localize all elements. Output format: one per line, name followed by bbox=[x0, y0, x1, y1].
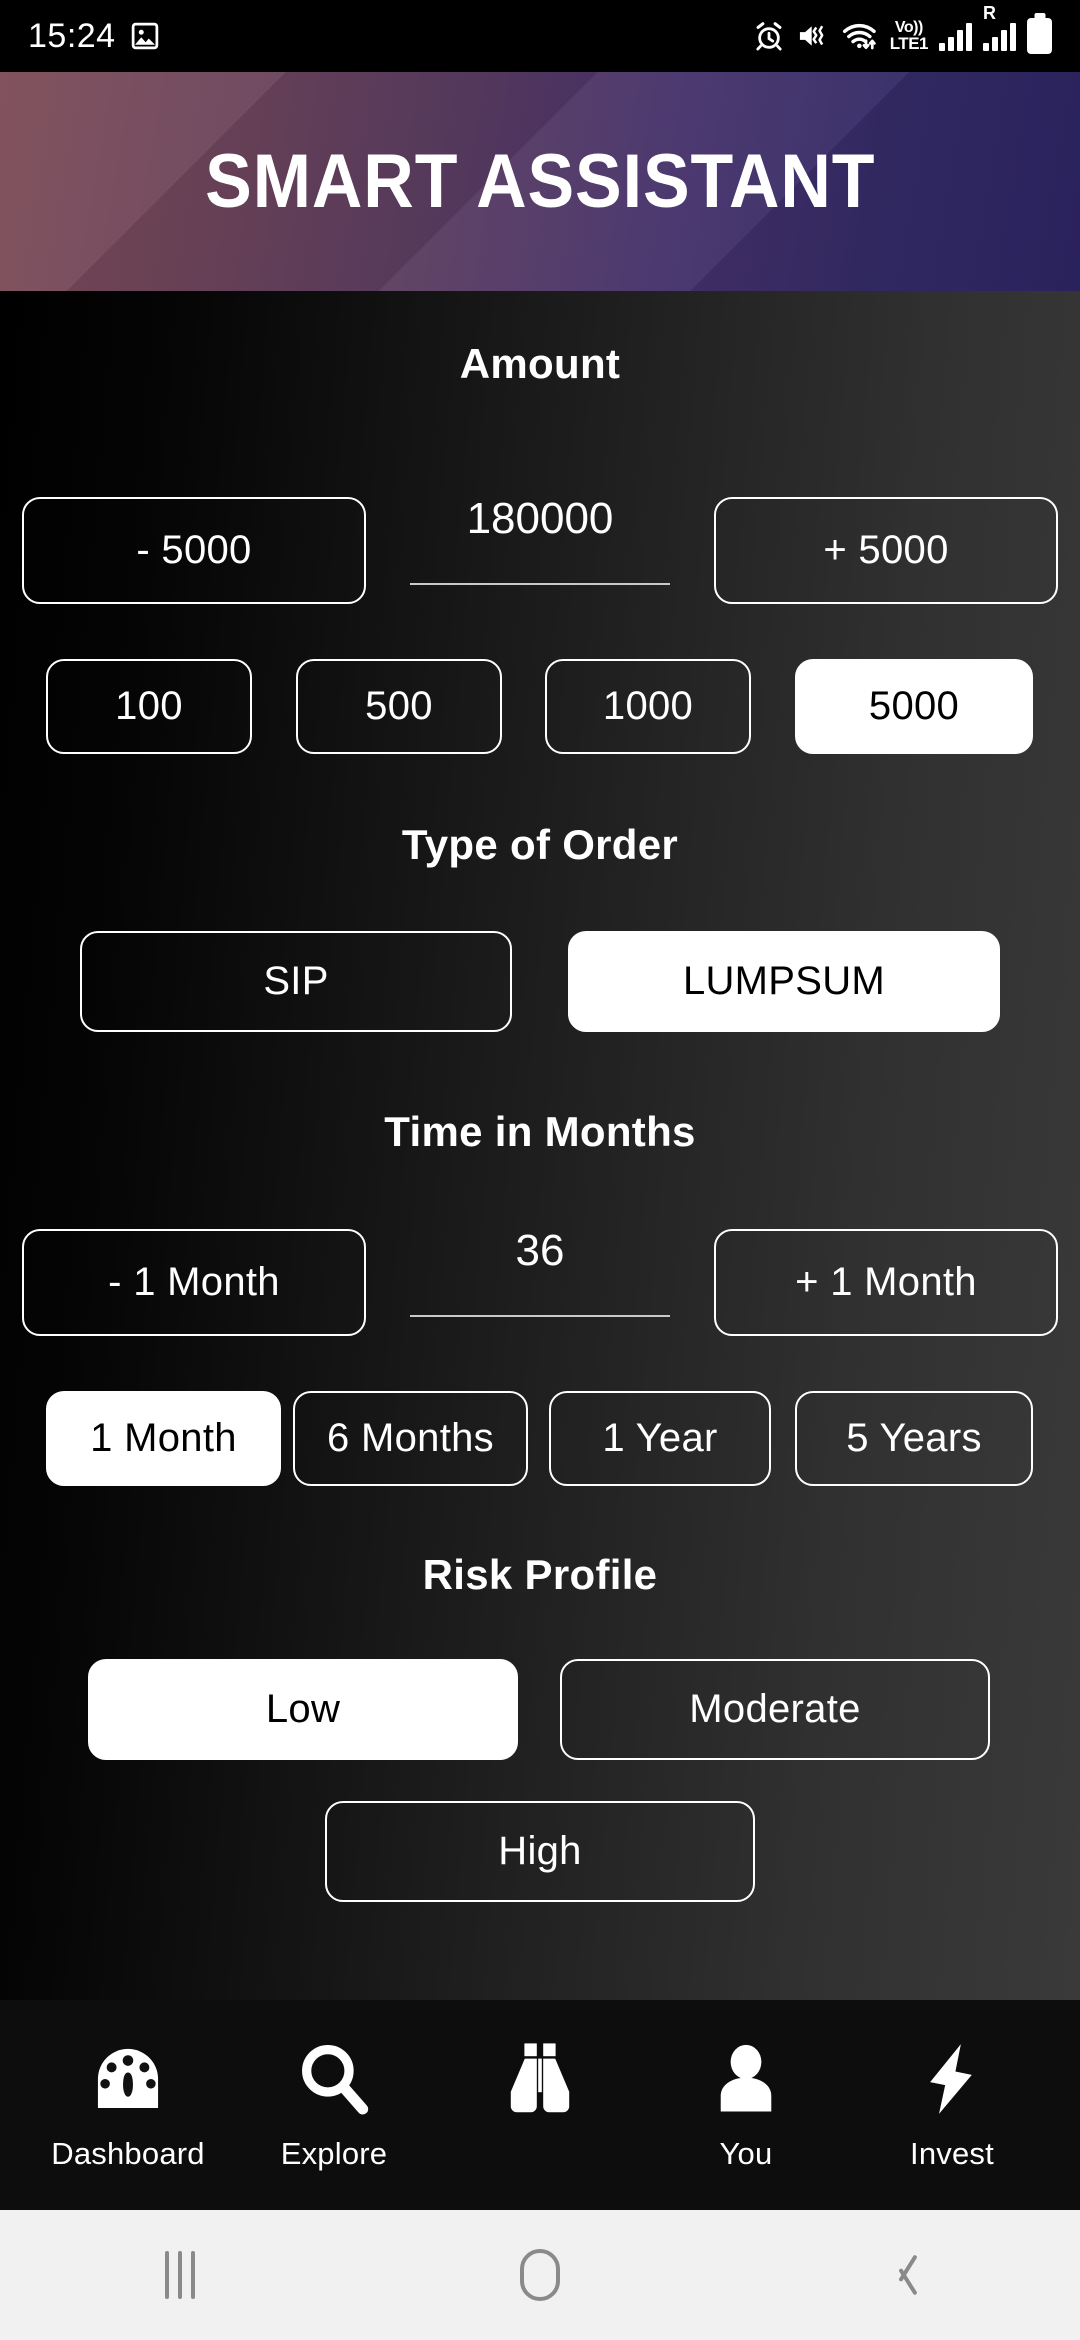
amount-preset-100[interactable]: 100 bbox=[46, 659, 252, 754]
nav-label-dashboard: Dashboard bbox=[51, 2136, 205, 2171]
duration-section-label: Time in Months bbox=[384, 1108, 696, 1155]
nav-label-invest: Invest bbox=[910, 2136, 994, 2171]
image-icon bbox=[131, 22, 158, 50]
duration-decrement-button[interactable]: - 1 Month bbox=[22, 1229, 366, 1336]
amount-preset-1000[interactable]: 1000 bbox=[545, 659, 751, 754]
amount-value-underline bbox=[410, 583, 670, 585]
status-bar-left: 15:24 bbox=[28, 17, 160, 56]
amount-value: 180000 bbox=[466, 494, 614, 543]
order-type-sip-button[interactable]: SIP bbox=[80, 931, 512, 1032]
amount-preset-5000[interactable]: 5000 bbox=[795, 659, 1033, 754]
person-icon bbox=[705, 2036, 787, 2122]
amount-decrement-button[interactable]: - 5000 bbox=[22, 497, 366, 604]
binoculars-icon bbox=[492, 2036, 588, 2122]
search-icon bbox=[293, 2036, 375, 2122]
page-title: SMART ASSISTANT bbox=[204, 139, 876, 224]
battery-icon bbox=[1027, 18, 1052, 54]
risk-profile-moderate-button[interactable]: Moderate bbox=[560, 1659, 990, 1760]
volte-icon: Vo)) LTE1 bbox=[889, 20, 929, 53]
alarm-icon bbox=[756, 22, 782, 51]
nav-label-you: You bbox=[719, 2136, 773, 2171]
status-bar-right: Vo)) LTE1 R bbox=[753, 4, 1052, 54]
amount-preset-500[interactable]: 500 bbox=[296, 659, 502, 754]
signal-bars-icon bbox=[939, 21, 972, 51]
duration-preset-1-year[interactable]: 1 Year bbox=[549, 1391, 771, 1486]
duration-value-underline bbox=[410, 1315, 670, 1317]
risk-profile-low-button[interactable]: Low bbox=[88, 1659, 518, 1760]
duration-increment-button[interactable]: + 1 Month bbox=[714, 1229, 1058, 1336]
app-header: SMART ASSISTANT bbox=[0, 72, 1080, 291]
duration-preset-5-years[interactable]: 5 Years bbox=[795, 1391, 1033, 1486]
status-bar-clock: 15:24 bbox=[28, 16, 116, 55]
back-button[interactable] bbox=[810, 2210, 990, 2340]
roaming-label: R bbox=[983, 3, 996, 23]
back-icon bbox=[887, 2251, 913, 2299]
system-navigation-bar bbox=[0, 2210, 1080, 2340]
amount-section-label: Amount bbox=[459, 340, 621, 387]
home-icon bbox=[520, 2249, 560, 2301]
duration-preset-1-month[interactable]: 1 Month bbox=[46, 1391, 281, 1486]
status-bar: 15:24 Vo)) LTE1 R bbox=[0, 0, 1080, 72]
nav-item-you[interactable]: You bbox=[658, 2036, 834, 2172]
main-content: Amount - 5000 180000 + 5000 100 500 1000… bbox=[0, 291, 1080, 2000]
vibrate-mute-icon bbox=[799, 25, 824, 46]
risk-profile-section-label: Risk Profile bbox=[422, 1551, 658, 1598]
recents-icon bbox=[165, 2251, 195, 2299]
speedometer-icon bbox=[87, 2036, 169, 2122]
nav-item-dashboard[interactable]: Dashboard bbox=[40, 2036, 216, 2172]
home-button[interactable] bbox=[450, 2210, 630, 2340]
wifi-icon bbox=[842, 23, 876, 50]
lightning-bolt-icon bbox=[911, 2036, 993, 2122]
nav-item-invest[interactable]: Invest bbox=[864, 2036, 1040, 2172]
nav-item-binoculars[interactable] bbox=[452, 2036, 628, 2136]
amount-value-field[interactable]: 180000 bbox=[410, 497, 670, 585]
amount-increment-button[interactable]: + 5000 bbox=[714, 497, 1058, 604]
phone-screen: 15:24 Vo)) LTE1 R SMART ASSISTANT Amount… bbox=[0, 0, 1080, 2340]
nav-item-explore[interactable]: Explore bbox=[246, 2036, 422, 2172]
duration-value-field[interactable]: 36 bbox=[410, 1229, 670, 1317]
roaming-signal-icon: R bbox=[983, 4, 1016, 51]
risk-profile-high-button[interactable]: High bbox=[325, 1801, 755, 1902]
duration-value: 36 bbox=[515, 1226, 565, 1275]
order-type-lumpsum-button[interactable]: LUMPSUM bbox=[568, 931, 1000, 1032]
bottom-navigation-bar: Dashboard Explore You Invest bbox=[0, 2000, 1080, 2210]
volte-bottom-label: LTE1 bbox=[889, 34, 929, 53]
duration-preset-6-months[interactable]: 6 Months bbox=[293, 1391, 528, 1486]
nav-label-explore: Explore bbox=[280, 2136, 388, 2171]
recents-button[interactable] bbox=[90, 2210, 270, 2340]
order-type-section-label: Type of Order bbox=[401, 821, 679, 868]
